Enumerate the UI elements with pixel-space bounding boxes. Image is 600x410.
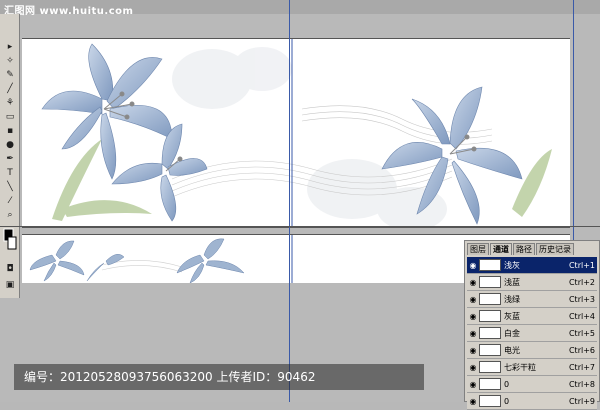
tab-history[interactable]: 历史记录	[536, 243, 574, 255]
header-strip: 汇图网 www.huitu.com	[0, 0, 600, 17]
color-swatches[interactable]	[3, 228, 17, 252]
zoom-icon[interactable]: ⌕	[3, 210, 17, 221]
pencil-icon[interactable]: ╱	[3, 84, 17, 95]
channel-thumbnail	[479, 276, 501, 288]
channel-list: ◉ 浅灰 Ctrl+1 ◉ 浅蓝 Ctrl+2 ◉ 浅绿 Ctrl+3 ◉ 灰蓝…	[467, 257, 597, 410]
stamp-icon[interactable]: ⚘	[3, 98, 17, 109]
toolbox: ▸ ✧ ✎ ╱ ⚘ ▭ ▪ ● ✒ T ╲ ⁄ ⌕ ◘ ▣	[0, 14, 20, 298]
channel-row[interactable]: ◉ 电光 Ctrl+6	[467, 342, 597, 359]
channel-row[interactable]: ◉ 0 Ctrl+8	[467, 376, 597, 393]
image-caption: 编号：20120528093756063200 上传者ID：90462	[14, 364, 424, 390]
document-canvas	[22, 38, 570, 228]
move-tool-icon[interactable]: ▸	[3, 42, 17, 53]
pen-icon[interactable]: ✒	[3, 154, 17, 165]
channel-shortcut: Ctrl+6	[568, 345, 595, 355]
channel-thumbnail	[479, 361, 501, 373]
channel-shortcut: Ctrl+4	[568, 311, 595, 321]
channel-name: 白金	[504, 328, 520, 338]
brush-icon[interactable]: ✎	[3, 70, 17, 81]
channel-shortcut: Ctrl+2	[568, 277, 595, 287]
channel-thumbnail	[479, 259, 501, 271]
channels-panel: 图层 通道 路径 历史记录 ◉ 浅灰 Ctrl+1 ◉ 浅蓝 Ctrl+2 ◉ …	[464, 240, 600, 410]
panel-tabs: 图层 通道 路径 历史记录	[467, 243, 597, 255]
channel-name: 七彩干粒	[504, 362, 536, 372]
gradient-icon[interactable]: ▪	[3, 126, 17, 137]
channel-row[interactable]: ◉ 浅灰 Ctrl+1	[467, 257, 597, 274]
channel-row[interactable]: ◉ 白金 Ctrl+5	[467, 325, 597, 342]
channel-shortcut: Ctrl+1	[568, 260, 595, 270]
dodge-icon[interactable]: ●	[3, 140, 17, 151]
channel-row[interactable]: ◉ 七彩干粒 Ctrl+7	[467, 359, 597, 376]
guide-vertical[interactable]	[289, 0, 290, 402]
channel-row[interactable]: ◉ 灰蓝 Ctrl+4	[467, 308, 597, 325]
channel-name: 灰蓝	[504, 311, 520, 321]
channel-thumbnail	[479, 378, 501, 390]
channel-name: 浅灰	[504, 260, 520, 270]
channel-row[interactable]: ◉ 浅蓝 Ctrl+2	[467, 274, 597, 291]
screen-mode-icon[interactable]: ▣	[3, 280, 17, 291]
channel-thumbnail	[479, 344, 501, 356]
eye-icon[interactable]: ◉	[467, 363, 479, 372]
tab-paths[interactable]: 路径	[513, 243, 535, 255]
channel-thumbnail	[479, 395, 501, 407]
type-tool-icon[interactable]: T	[3, 168, 17, 179]
channel-shortcut: Ctrl+8	[568, 379, 595, 389]
guide-horizontal[interactable]	[0, 226, 600, 227]
channel-row[interactable]: ◉ 浅绿 Ctrl+3	[467, 291, 597, 308]
channel-name: 0	[504, 379, 510, 389]
eye-icon[interactable]: ◉	[467, 278, 479, 287]
channel-thumbnail	[479, 327, 501, 339]
channel-thumbnail	[479, 310, 501, 322]
eye-icon[interactable]: ◉	[467, 295, 479, 304]
channel-shortcut: Ctrl+5	[568, 328, 595, 338]
eraser-icon[interactable]: ▭	[3, 112, 17, 123]
channel-thumbnail	[479, 293, 501, 305]
channel-shortcut: Ctrl+9	[568, 396, 595, 406]
channel-name: 电光	[504, 345, 520, 355]
channel-shortcut: Ctrl+7	[568, 362, 595, 372]
tab-layers[interactable]: 图层	[467, 243, 489, 255]
channel-name: 0	[504, 396, 510, 406]
eye-icon[interactable]: ◉	[467, 397, 479, 406]
eye-icon[interactable]: ◉	[467, 346, 479, 355]
channel-name: 浅蓝	[504, 277, 520, 287]
eye-icon[interactable]: ◉	[467, 261, 479, 270]
quickmask-icon[interactable]: ◘	[3, 264, 17, 275]
eye-icon[interactable]: ◉	[467, 312, 479, 321]
eyedropper-icon[interactable]: ⁄	[3, 196, 17, 207]
tab-channels[interactable]: 通道	[490, 243, 512, 255]
magic-wand-icon[interactable]: ✧	[3, 56, 17, 67]
eye-icon[interactable]: ◉	[467, 329, 479, 338]
eye-icon[interactable]: ◉	[467, 380, 479, 389]
line-tool-icon[interactable]: ╲	[3, 182, 17, 193]
channel-name: 浅绿	[504, 294, 520, 304]
lily-artwork	[41, 39, 552, 227]
site-watermark: 汇图网 www.huitu.com	[4, 6, 134, 17]
channel-shortcut: Ctrl+3	[568, 294, 595, 304]
